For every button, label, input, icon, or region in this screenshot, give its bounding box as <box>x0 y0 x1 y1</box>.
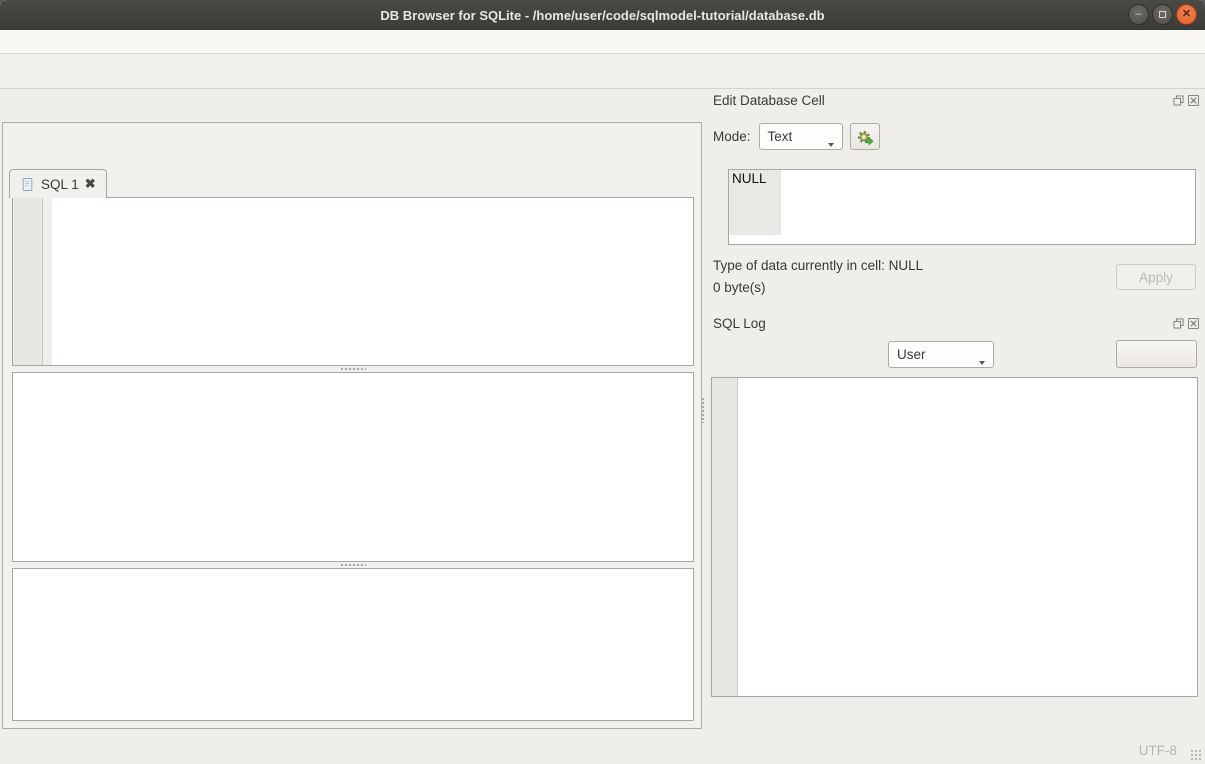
chevron-down-icon <box>828 143 834 147</box>
editor-line-numbers <box>13 198 43 365</box>
sql-log-viewer[interactable] <box>711 377 1198 697</box>
db-browser-window: DB Browser for SQLite - /home/user/code/… <box>0 0 1205 764</box>
log-content <box>753 378 1197 696</box>
mode-row: Mode: Text <box>713 123 880 150</box>
sql-tab-bar: SQL 1 ✖ <box>9 169 107 198</box>
main-toolbar <box>0 54 1205 89</box>
close-button[interactable]: ✕ <box>1176 4 1197 25</box>
maximize-button[interactable] <box>1152 4 1173 25</box>
apply-data-gear-icon <box>856 128 874 146</box>
resize-grip[interactable] <box>1190 749 1203 762</box>
close-dock-icon[interactable] <box>1187 317 1200 330</box>
statusbar: UTF-8 <box>0 737 1205 764</box>
sql-log-dock-buttons <box>1172 317 1200 330</box>
chevron-down-icon <box>979 361 985 365</box>
edit-cell-title: Edit Database Cell <box>713 93 825 108</box>
edit-cell-dock-buttons <box>1172 94 1200 107</box>
submitted-by-combobox[interactable]: User <box>888 341 994 368</box>
cell-value: NULL <box>729 170 781 235</box>
execute-sql-panel: SQL 1 ✖ <box>2 122 702 729</box>
encoding-label: UTF-8 <box>1139 743 1177 758</box>
sql-tab-label: SQL 1 <box>41 177 79 192</box>
float-dock-icon[interactable] <box>1172 94 1185 107</box>
sql-log-title: SQL Log <box>713 316 766 331</box>
close-dock-icon[interactable] <box>1187 94 1200 107</box>
mode-label: Mode: <box>713 129 751 144</box>
mode-combobox[interactable]: Text <box>759 123 843 150</box>
results-grid-area <box>12 372 694 562</box>
sql-editor[interactable] <box>12 197 694 366</box>
window-controls: – ✕ <box>1128 4 1197 25</box>
execution-message <box>12 568 694 721</box>
close-tab-icon[interactable]: ✖ <box>85 176 96 192</box>
window-title: DB Browser for SQLite - /home/user/code/… <box>380 8 824 23</box>
editor-code[interactable] <box>52 198 693 365</box>
cell-size-info: 0 byte(s) <box>713 280 766 295</box>
apply-button: Apply <box>1116 264 1196 290</box>
cell-type-info: Type of data currently in cell: NULL <box>713 258 923 273</box>
right-dock: Edit Database Cell Mode: Text NULL Type … <box>706 90 1204 738</box>
clear-log-button[interactable] <box>1116 340 1197 368</box>
log-line-numbers <box>712 378 738 696</box>
float-dock-icon[interactable] <box>1172 317 1185 330</box>
titlebar: DB Browser for SQLite - /home/user/code/… <box>0 0 1205 30</box>
cell-editor[interactable]: NULL <box>728 169 1196 245</box>
log-fold-margin <box>738 378 753 696</box>
submitted-by-value: User <box>897 347 926 362</box>
menubar <box>0 30 1205 54</box>
apply-data-button[interactable] <box>850 123 880 150</box>
editor-fold-margin <box>43 198 52 365</box>
tab-sql-1[interactable]: SQL 1 ✖ <box>9 169 107 198</box>
mode-value: Text <box>768 129 793 144</box>
minimize-button[interactable]: – <box>1128 4 1149 25</box>
sql-file-icon <box>20 177 35 192</box>
